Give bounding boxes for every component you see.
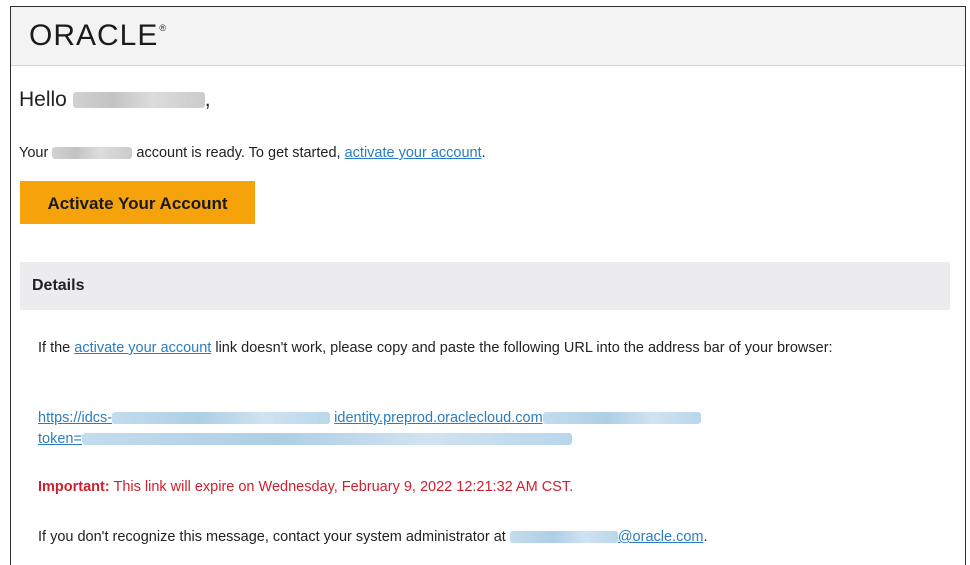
redacted-email-user [509,531,618,544]
intro-text: Your account is ready. To get started, a… [19,145,486,161]
oracle-logo: ORACLE® [29,19,168,52]
details-section-header: Details [20,262,950,310]
activate-account-link[interactable]: activate your account [345,145,482,161]
redacted-user-name [72,92,205,109]
redacted-url-part [542,412,701,425]
redacted-product-name [52,147,133,160]
details-title: Details [32,277,85,294]
details-instructions: If the activate your account link doesn'… [38,340,833,356]
contact-admin-text: If you don't recognize this message, con… [38,529,708,545]
activation-url[interactable]: https://idcs- identity.preprod.oracleclo… [38,408,838,450]
greeting: Hello , [19,88,211,111]
expiry-warning: Important: This link will expire on Wedn… [38,479,574,495]
redacted-url-part [112,412,331,425]
email-header: ORACLE® [11,7,965,66]
activate-account-link-details[interactable]: activate your account [74,340,211,356]
activate-account-button[interactable]: Activate Your Account [20,181,255,224]
admin-email-link[interactable]: @oracle.com [509,529,703,545]
redacted-token [81,433,572,446]
